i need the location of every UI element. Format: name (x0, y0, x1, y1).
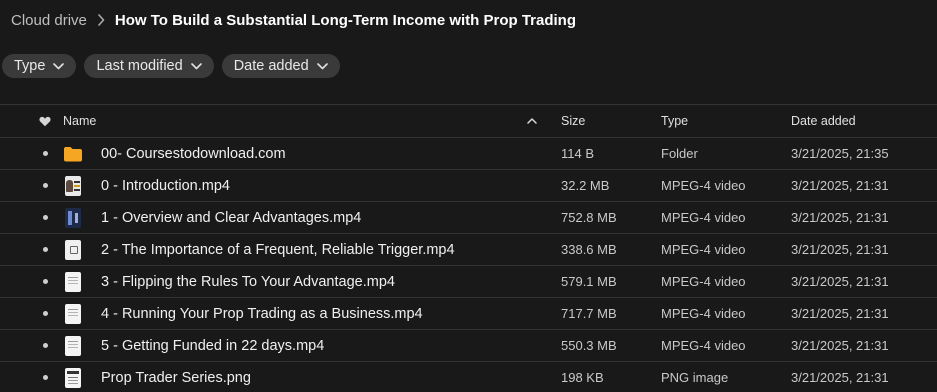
file-size: 32.2 MB (561, 178, 610, 193)
video-thumbnail-icon (62, 330, 84, 361)
file-size: 114 B (561, 146, 595, 161)
bullet-icon (37, 138, 53, 169)
video-thumbnail-icon (62, 266, 84, 297)
file-date-added: 3/21/2025, 21:31 (791, 306, 889, 321)
date-added-column-header[interactable]: Date added (791, 105, 856, 137)
file-name: 2 - The Importance of a Frequent, Reliab… (101, 241, 455, 258)
image-thumbnail-icon (62, 362, 84, 392)
file-type: PNG image (661, 370, 729, 385)
table-row[interactable]: Prop Trader Series.png 198 KB PNG image … (0, 361, 937, 392)
last-modified-filter-button[interactable]: Last modified (84, 54, 214, 78)
chevron-up-icon[interactable] (526, 105, 538, 137)
file-type: MPEG-4 video (661, 306, 746, 321)
file-type: MPEG-4 video (661, 178, 746, 193)
file-size: 198 KB (561, 370, 604, 385)
file-date-added: 3/21/2025, 21:31 (791, 242, 889, 257)
bullet-icon (37, 266, 53, 297)
file-size: 717.7 MB (561, 306, 617, 321)
video-thumbnail-icon (62, 202, 84, 233)
file-name: 0 - Introduction.mp4 (101, 177, 230, 194)
type-filter-label: Type (14, 58, 46, 74)
file-name: Prop Trader Series.png (101, 369, 251, 386)
folder-icon (62, 138, 84, 169)
type-column-header[interactable]: Type (661, 105, 688, 137)
file-date-added: 3/21/2025, 21:31 (791, 274, 889, 289)
video-thumbnail-icon (62, 170, 84, 201)
file-date-added: 3/21/2025, 21:31 (791, 370, 889, 385)
breadcrumb-current-folder: How To Build a Substantial Long-Term Inc… (114, 11, 576, 29)
last-modified-filter-label: Last modified (96, 58, 183, 74)
chevron-down-icon (190, 62, 202, 70)
table-row[interactable]: 3 - Flipping the Rules To Your Advantage… (0, 265, 937, 297)
cloud-drive-page: Cloud drive How To Build a Substantial L… (0, 0, 937, 392)
table-header: Name Size Type Date added (0, 104, 937, 137)
chevron-right-icon (97, 14, 105, 26)
chevron-down-icon (53, 62, 65, 70)
bullet-icon (37, 202, 53, 233)
chevron-down-icon (316, 62, 328, 70)
breadcrumb-root-link[interactable]: Cloud drive (11, 12, 87, 29)
bullet-icon (37, 170, 53, 201)
file-name: 3 - Flipping the Rules To Your Advantage… (101, 273, 395, 290)
name-column-header[interactable]: Name (63, 105, 96, 137)
file-size: 579.1 MB (561, 274, 617, 289)
bullet-icon (37, 234, 53, 265)
file-date-added: 3/21/2025, 21:31 (791, 178, 889, 193)
bullet-icon (37, 330, 53, 361)
table-row[interactable]: 5 - Getting Funded in 22 days.mp4 550.3 … (0, 329, 937, 361)
file-size: 338.6 MB (561, 242, 617, 257)
bullet-icon (37, 362, 53, 392)
file-type: Folder (661, 146, 698, 161)
file-table: Name Size Type Date added 00- Coursestod… (0, 104, 937, 392)
file-name: 5 - Getting Funded in 22 days.mp4 (101, 337, 325, 354)
bullet-icon (37, 298, 53, 329)
file-date-added: 3/21/2025, 21:31 (791, 338, 889, 353)
video-thumbnail-icon (62, 234, 84, 265)
table-row[interactable]: 4 - Running Your Prop Trading as a Busin… (0, 297, 937, 329)
file-name: 1 - Overview and Clear Advantages.mp4 (101, 209, 362, 226)
filter-bar: Type Last modified Date added (2, 54, 340, 78)
file-date-added: 3/21/2025, 21:31 (791, 210, 889, 225)
file-name: 00- Coursestodownload.com (101, 145, 286, 162)
table-row[interactable]: 2 - The Importance of a Frequent, Reliab… (0, 233, 937, 265)
file-type: MPEG-4 video (661, 338, 746, 353)
file-name: 4 - Running Your Prop Trading as a Busin… (101, 305, 423, 322)
type-filter-button[interactable]: Type (2, 54, 77, 78)
date-added-filter-button[interactable]: Date added (221, 54, 340, 78)
video-thumbnail-icon (62, 298, 84, 329)
table-row[interactable]: 0 - Introduction.mp4 32.2 MB MPEG-4 vide… (0, 169, 937, 201)
table-row[interactable]: 00- Coursestodownload.com 114 B Folder 3… (0, 137, 937, 169)
file-date-added: 3/21/2025, 21:35 (791, 146, 889, 161)
table-row[interactable]: 1 - Overview and Clear Advantages.mp4 75… (0, 201, 937, 233)
heart-icon[interactable] (37, 105, 53, 137)
file-type: MPEG-4 video (661, 210, 746, 225)
file-type: MPEG-4 video (661, 274, 746, 289)
file-size: 550.3 MB (561, 338, 617, 353)
breadcrumb: Cloud drive How To Build a Substantial L… (11, 10, 576, 30)
file-size: 752.8 MB (561, 210, 617, 225)
size-column-header[interactable]: Size (561, 105, 585, 137)
date-added-filter-label: Date added (233, 58, 309, 74)
file-type: MPEG-4 video (661, 242, 746, 257)
